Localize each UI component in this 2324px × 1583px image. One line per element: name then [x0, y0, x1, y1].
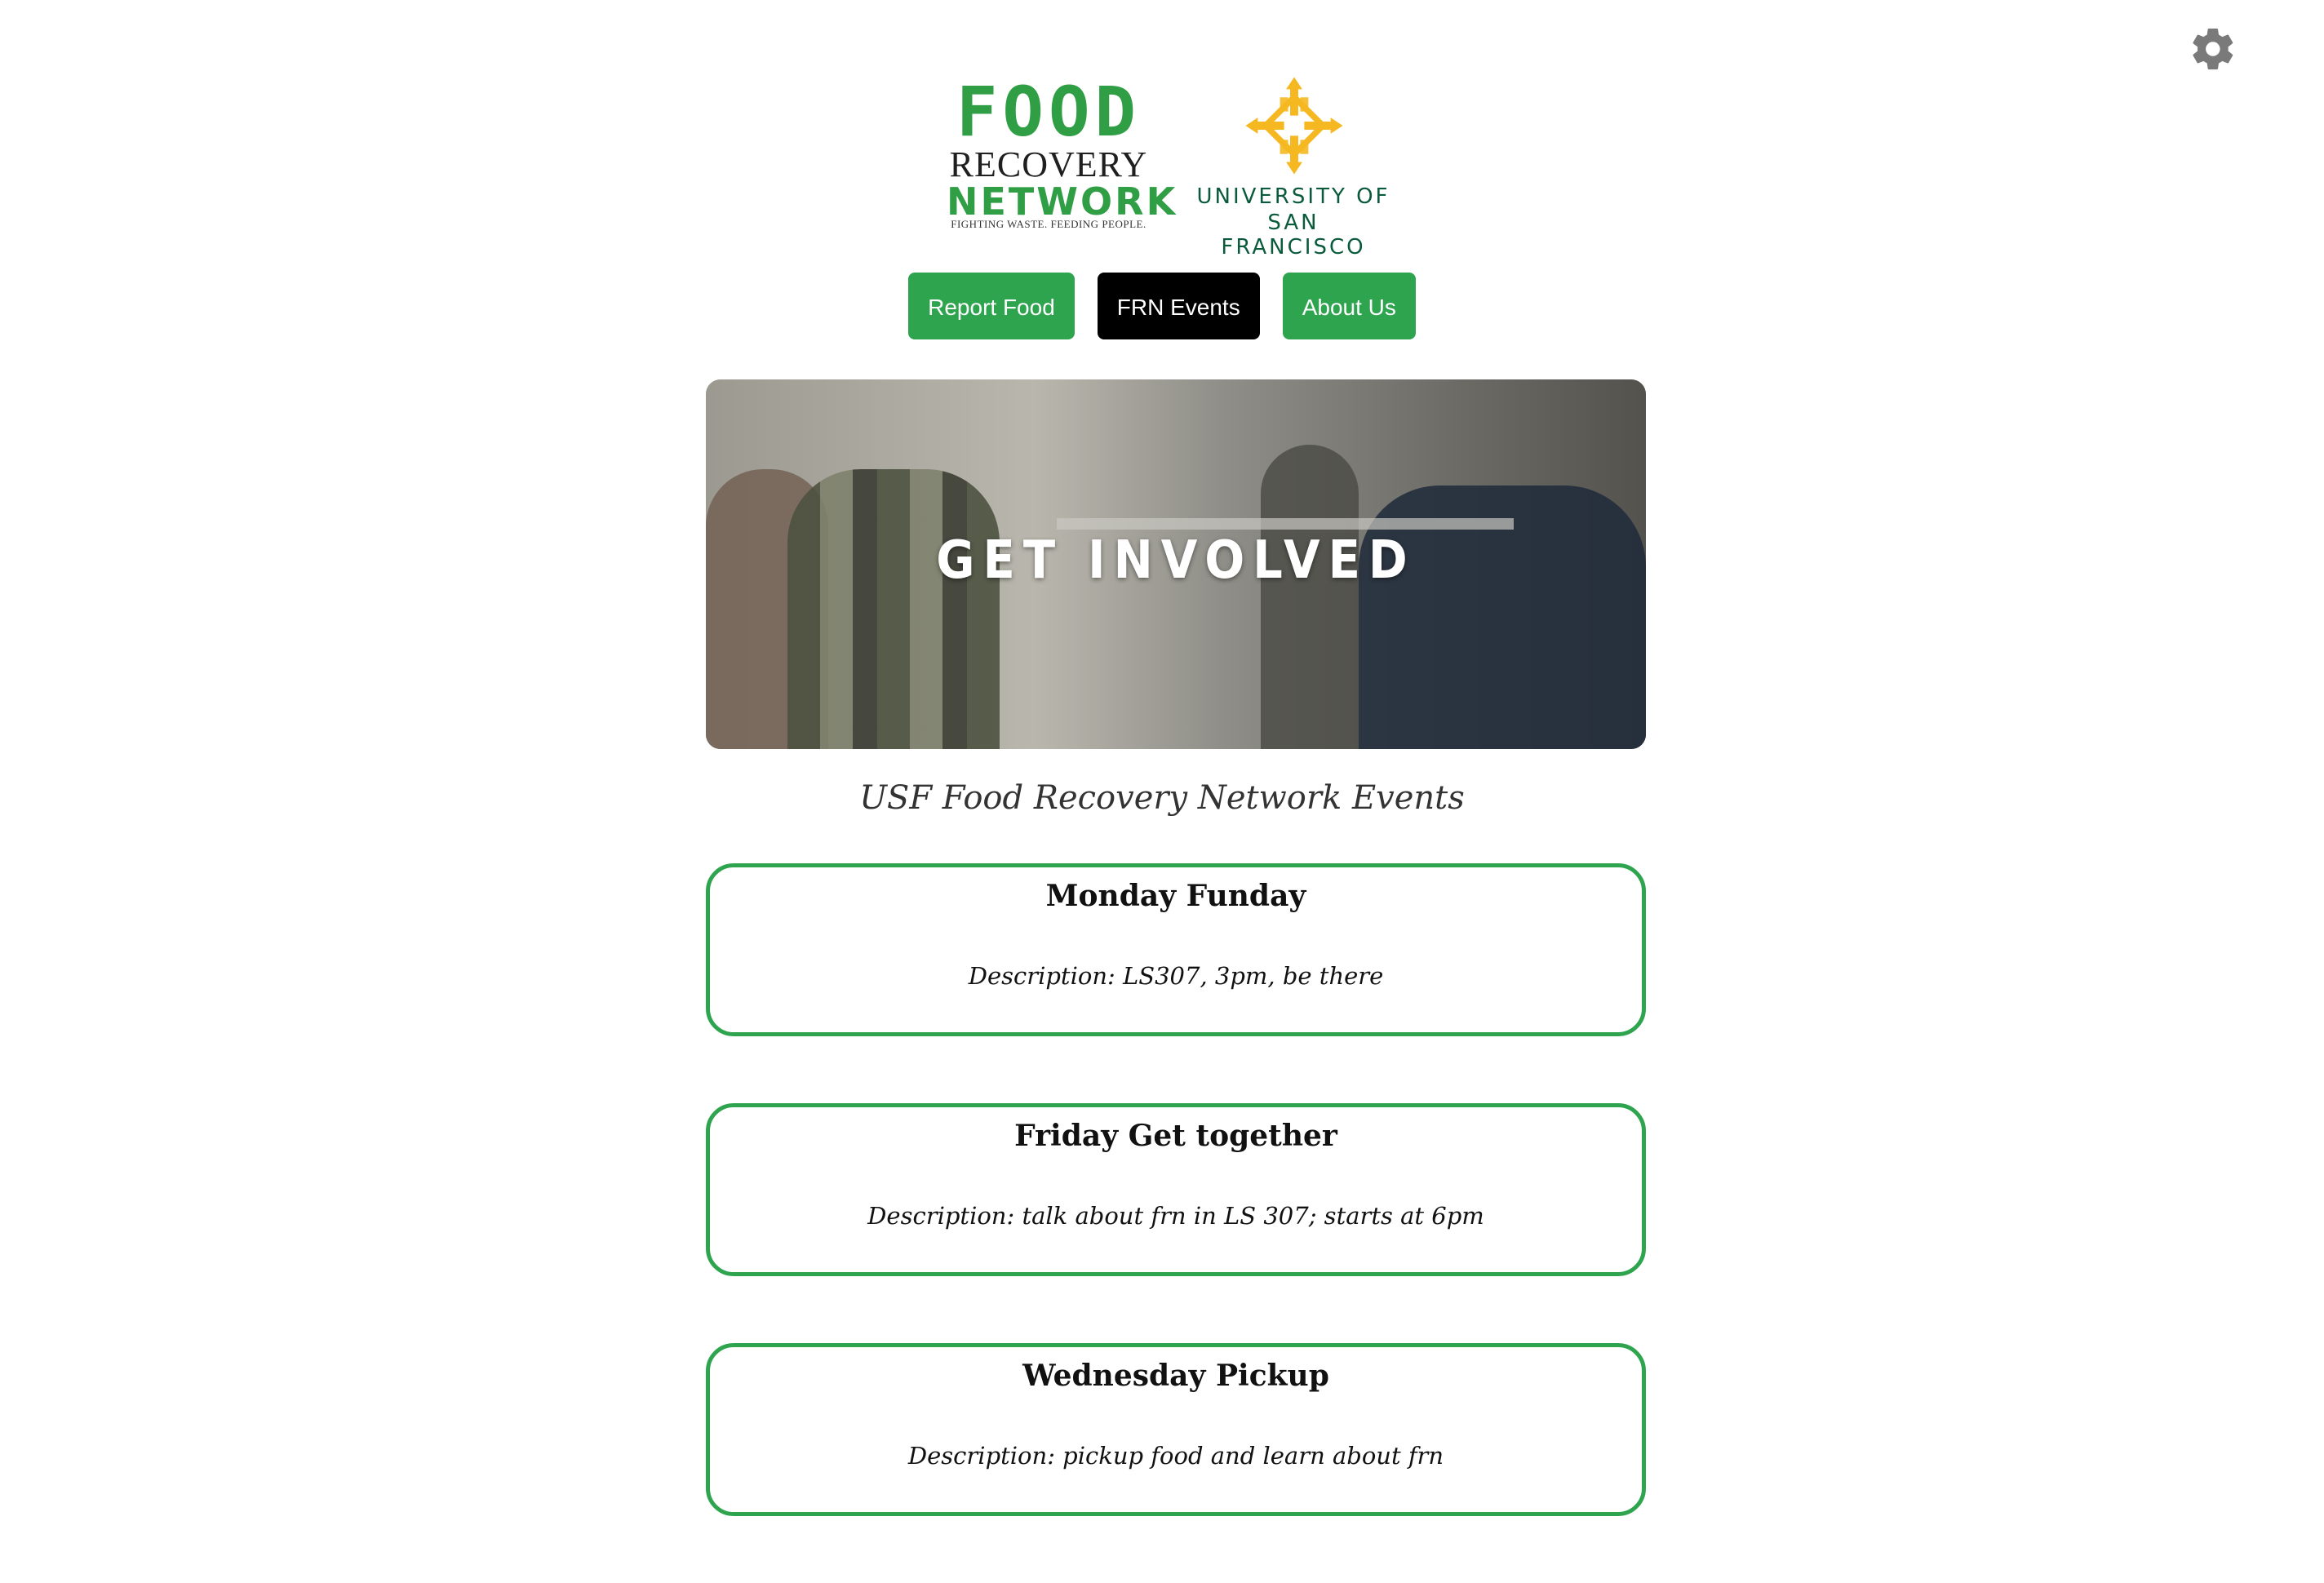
hero-photo-figure	[1261, 445, 1359, 749]
event-title: Monday Funday	[1045, 879, 1306, 913]
report-food-button[interactable]: Report Food	[908, 273, 1075, 339]
settings-gear-icon[interactable]	[2189, 24, 2238, 73]
events-list: Monday Funday Description: LS307, 3pm, b…	[706, 863, 1646, 1583]
event-description: Description: LS307, 3pm, be there	[968, 962, 1384, 990]
usf-logo: UNIVERSITY OF SAN FRANCISCO	[1191, 73, 1395, 259]
usf-cross-icon	[1245, 77, 1343, 175]
about-us-button[interactable]: About Us	[1282, 273, 1416, 339]
event-card[interactable]: Friday Get together Description: talk ab…	[706, 1103, 1646, 1276]
event-title: Wednesday Pickup	[1022, 1359, 1329, 1393]
food-recovery-network-logo: FOOD RECOVERY NETWORK FIGHTING WASTE. FE…	[947, 72, 1178, 233]
frn-events-button[interactable]: FRN Events	[1097, 273, 1260, 339]
hero-banner: GET INVOLVED	[706, 379, 1646, 749]
main-nav: Report Food FRN Events About Us	[0, 273, 2324, 341]
event-description: Description: talk about frn in LS 307; s…	[867, 1202, 1484, 1230]
usf-logo-line1: UNIVERSITY OF	[1196, 184, 1390, 209]
page-heading: USF Food Recovery Network Events	[859, 779, 1465, 817]
hero-title: GET INVOLVED	[936, 530, 1416, 591]
event-card[interactable]: Monday Funday Description: LS307, 3pm, b…	[706, 863, 1646, 1036]
event-title: Friday Get together	[1014, 1119, 1337, 1153]
event-description: Description: pickup food and learn about…	[907, 1442, 1444, 1470]
logo-food-text: FOOD	[956, 72, 1142, 152]
event-card[interactable]: Wednesday Pickup Description: pickup foo…	[706, 1343, 1646, 1516]
logo-recovery-text: RECOVERY	[949, 144, 1148, 184]
logo-network-text: NETWORK	[947, 180, 1178, 224]
hero-photo-counter	[1057, 518, 1514, 530]
usf-logo-line2: SAN FRANCISCO	[1221, 211, 1366, 259]
logo-tagline: FIGHTING WASTE. FEEDING PEOPLE.	[951, 218, 1146, 230]
hero-photo-figure	[787, 469, 1000, 749]
